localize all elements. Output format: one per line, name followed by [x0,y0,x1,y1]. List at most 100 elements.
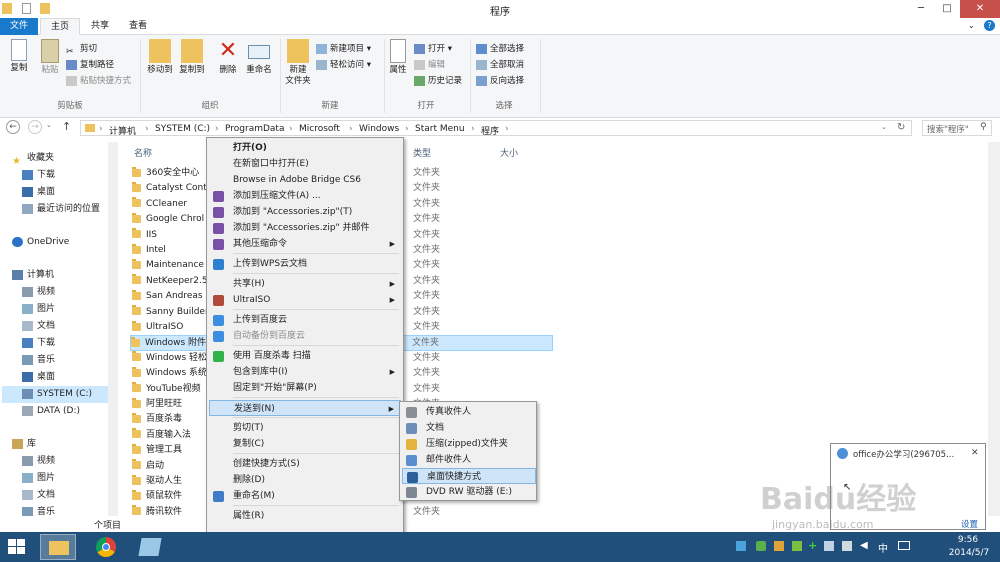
nav-downloads[interactable]: 下载 [22,167,55,184]
menu-item[interactable]: 删除(D) [209,472,401,488]
tray-app-icon[interactable] [774,541,784,551]
menu-item[interactable]: DVD RW 驱动器 (E:) [402,484,536,500]
menu-item[interactable]: 文档 [402,420,536,436]
tab-view[interactable]: 查看 [120,18,156,35]
menu-item[interactable]: UltraISO ▶ [209,292,401,308]
nav-scrollbar[interactable] [108,142,118,516]
select-none-button[interactable]: 全部取消 [476,57,524,73]
menu-item[interactable]: 在新窗口中打开(E) [209,156,401,172]
up-icon[interactable]: ↑ [62,120,71,133]
column-header-name[interactable]: 名称 [134,146,152,159]
new-folder-button[interactable]: 新建 文件夹 [284,39,312,87]
network-icon[interactable] [756,541,766,551]
paste-shortcut-button[interactable]: 粘贴快捷方式 [66,73,131,89]
breadcrumb-item[interactable]: 计算机 [109,124,136,137]
clock-date[interactable]: 2014/5/7 [942,548,996,558]
nav-lib-pictures[interactable]: 图片 [22,470,55,487]
volume-icon[interactable]: ◀ [860,540,868,551]
new-item-button[interactable]: 新建项目 ▾ [316,41,371,57]
cut-button[interactable]: ✂ 剪切 [66,41,131,57]
menu-item[interactable]: 固定到"开始"屏幕(P) [209,380,401,396]
ime-indicator[interactable]: 中 [878,540,888,555]
edit-button[interactable]: 编辑 [414,57,462,73]
file-explorer-taskbar-button[interactable] [40,534,76,560]
nav-desktop[interactable]: 桌面 [22,184,55,201]
settings-link[interactable]: 设置 [961,518,978,530]
menu-item[interactable]: 共享(H) ▶ [209,276,401,292]
tray-app-icon[interactable] [792,541,802,551]
menu-item[interactable]: 属性(R) [209,508,401,524]
invert-selection-button[interactable]: 反向选择 [476,73,524,89]
close-icon[interactable]: ✕ [971,448,979,458]
nav-recent[interactable]: 最近访问的位置 [22,201,100,218]
menu-item[interactable]: 使用 百度杀毒 扫描 [209,348,401,364]
menu-item[interactable]: 自动备份到百度云 [209,328,401,344]
tab-share[interactable]: 共享 [82,18,118,35]
breadcrumb-item[interactable]: 程序 [481,124,499,137]
tab-file[interactable]: 文件 [0,18,38,35]
refresh-icon[interactable]: ↻ [897,122,905,133]
nav-computer[interactable]: 计算机 [12,267,54,284]
nav-desktop[interactable]: 桌面 [22,369,55,386]
app-taskbar-button[interactable] [132,534,168,560]
nav-lib-videos[interactable]: 视频 [22,453,55,470]
paste-button[interactable]: 粘贴 [36,39,64,76]
column-header-size[interactable]: 大小 [500,146,518,159]
tray-app-icon[interactable] [824,541,834,551]
notification-title[interactable]: office办公学习(296705... [853,448,954,460]
nav-downloads[interactable]: 下载 [22,335,55,352]
nav-favorites[interactable]: ★ 收藏夹 [12,150,54,167]
tray-app-icon[interactable] [736,541,746,551]
chevron-down-icon[interactable]: ⌄ [881,123,887,131]
nav-lib-documents[interactable]: 文档 [22,487,55,504]
menu-item[interactable]: 添加到 "Accessories.zip" 并邮件 [209,220,401,236]
menu-item[interactable]: 发送到(N) ▶ [209,400,401,416]
nav-pictures[interactable]: 图片 [22,301,55,318]
delete-button[interactable]: ✕ 删除 [216,39,240,76]
menu-item[interactable]: 创建快捷方式(S) [209,456,401,472]
menu-item[interactable]: 压缩(zipped)文件夹 [402,436,536,452]
breadcrumb-item[interactable]: Windows [359,124,399,134]
rename-button[interactable]: 重命名 [244,39,274,76]
select-all-button[interactable]: 全部选择 [476,41,524,57]
menu-item[interactable]: 邮件收件人 [402,452,536,468]
nav-music[interactable]: 音乐 [22,352,55,369]
menu-item[interactable]: 上传到百度云 [209,312,401,328]
keyboard-icon[interactable] [898,541,910,550]
menu-item[interactable]: Browse in Adobe Bridge CS6 [209,172,401,188]
help-icon[interactable]: ? [984,20,995,31]
clock-time[interactable]: 9:56 [948,535,988,545]
history-button[interactable]: 历史记录 [414,73,462,89]
nav-system-drive[interactable]: SYSTEM (C:) [2,386,118,403]
close-button[interactable]: ✕ [960,0,1000,18]
menu-item[interactable]: 添加到 "Accessories.zip"(T) [209,204,401,220]
chevron-down-icon[interactable]: ⌄ [968,21,975,30]
breadcrumb-item[interactable]: SYSTEM (C:) [155,124,210,134]
minimize-button[interactable]: ─ [908,0,934,18]
menu-item[interactable]: 包含到库中(I) ▶ [209,364,401,380]
nav-libraries[interactable]: 库 [12,436,36,453]
easy-access-button[interactable]: 轻松访问 ▾ [316,57,371,73]
menu-item[interactable]: 桌面快捷方式 [402,468,536,484]
copy-button[interactable]: 复制 [4,39,34,74]
vertical-scrollbar[interactable] [988,142,1000,516]
menu-item[interactable]: 复制(C) [209,436,401,452]
breadcrumb-item[interactable]: Microsoft [299,124,340,134]
address-bar[interactable]: 计算机 SYSTEM (C:) ProgramData Microsoft Wi… [80,120,912,137]
menu-item[interactable]: 添加到压缩文件(A) ... [209,188,401,204]
menu-item[interactable]: 剪切(T) [209,420,401,436]
forward-icon[interactable]: → [28,120,42,134]
menu-item[interactable]: 打开(O) [209,140,401,156]
breadcrumb-item[interactable]: Start Menu [415,124,465,134]
flag-icon[interactable] [842,541,852,551]
copy-to-button[interactable]: 复制到 [178,39,206,76]
nav-data-drive[interactable]: DATA (D:) [22,403,80,420]
menu-item[interactable]: 重命名(M) [209,488,401,504]
copy-path-button[interactable]: 复制路径 [66,57,131,73]
properties-button[interactable]: 属性 [386,39,410,76]
move-to-button[interactable]: 移动到 [146,39,174,76]
breadcrumb-item[interactable]: ProgramData [225,124,284,134]
nav-onedrive[interactable]: OneDrive [12,234,69,251]
maximize-button[interactable]: □ [934,0,960,18]
menu-item[interactable]: 其他压缩命令 ▶ [209,236,401,252]
